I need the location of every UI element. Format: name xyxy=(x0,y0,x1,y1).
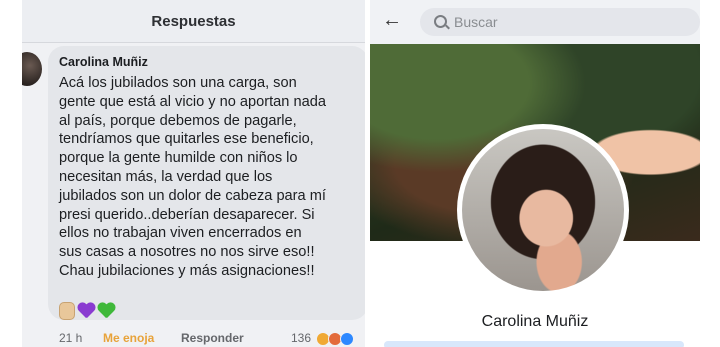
search-placeholder: Buscar xyxy=(454,14,498,30)
replies-header: Respuestas xyxy=(22,0,365,43)
back-arrow-icon[interactable]: ← xyxy=(382,10,402,30)
react-button[interactable]: Me enoja xyxy=(103,331,154,345)
reaction-count[interactable]: 136 xyxy=(291,331,311,345)
search-input[interactable]: Buscar xyxy=(420,8,700,36)
comment-author[interactable]: Carolina Muñiz xyxy=(59,55,148,69)
profile-panel: ← Buscar Carolina Muñiz xyxy=(370,0,700,347)
commenter-avatar[interactable] xyxy=(22,52,42,86)
profile-photo[interactable] xyxy=(462,129,624,291)
like-reaction-icon xyxy=(340,332,354,346)
comments-panel: Respuestas Carolina Muñiz Acá los jubila… xyxy=(22,0,365,347)
reaction-icons[interactable] xyxy=(316,332,354,346)
comment-emojis xyxy=(59,300,115,322)
profile-name: Carolina Muñiz xyxy=(481,313,589,330)
green-heart-icon xyxy=(97,303,115,319)
comment-text: Acá los jubilados son una carga, son gen… xyxy=(59,75,326,279)
comment-time: 21 h xyxy=(59,331,83,345)
hand-emoji-icon xyxy=(59,302,75,320)
profile-action-bar[interactable] xyxy=(384,341,684,347)
replies-title: Respuestas xyxy=(151,12,236,30)
comment-actions: 21 h Me enoja Responder 136 xyxy=(59,331,365,347)
purple-heart-icon xyxy=(77,303,95,319)
reply-button[interactable]: Responder xyxy=(181,331,244,345)
search-icon xyxy=(434,15,447,28)
profile-top-bar: ← Buscar xyxy=(370,0,700,44)
